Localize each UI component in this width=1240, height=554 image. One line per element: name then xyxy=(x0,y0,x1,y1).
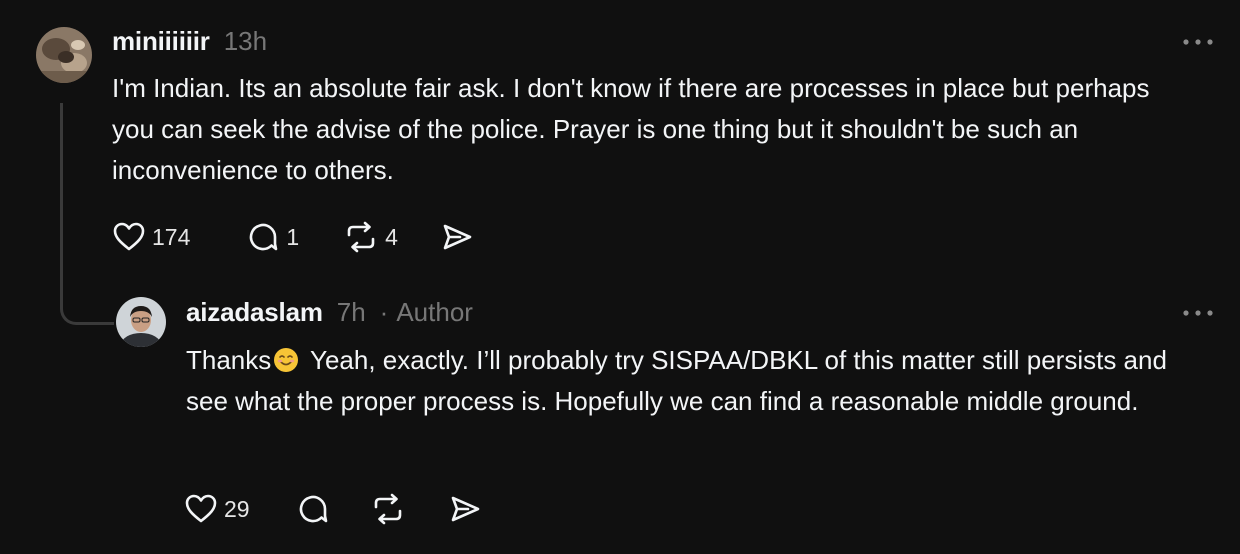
smiling-face-emoji xyxy=(273,344,299,372)
reply-text-rest: Yeah, exactly. I’ll probably try SISPAA/… xyxy=(186,345,1167,416)
reply-text: Thanks Yeah, exactly. I’ll probably try … xyxy=(186,340,1196,422)
separator-dot: · xyxy=(379,297,389,327)
reply-count: 1 xyxy=(286,223,300,250)
repost-button[interactable]: 4 xyxy=(343,220,398,254)
reply-text-start: Thanks xyxy=(186,345,272,375)
repost-icon xyxy=(370,492,406,526)
avatar[interactable] xyxy=(36,27,92,83)
username[interactable]: miniiiiiir xyxy=(112,26,210,57)
like-button[interactable]: 174 xyxy=(112,221,190,253)
like-button[interactable]: 29 xyxy=(184,493,250,525)
action-bar: 174 1 4 xyxy=(112,220,474,254)
like-count: 174 xyxy=(152,223,191,250)
action-bar: 29 xyxy=(184,492,482,526)
timestamp: 7h xyxy=(336,297,366,327)
more-icon[interactable] xyxy=(1178,303,1218,323)
heart-icon xyxy=(184,493,218,525)
repost-button[interactable] xyxy=(370,492,406,526)
author-badge: Author xyxy=(396,297,473,327)
like-count: 29 xyxy=(224,495,250,522)
post-header: miniiiiiir 13h xyxy=(112,26,267,57)
comment-icon xyxy=(296,492,330,526)
send-icon xyxy=(440,221,474,253)
reply-header: aizadaslam 7h · Author xyxy=(186,297,473,328)
more-icon[interactable] xyxy=(1178,32,1218,52)
comment-icon xyxy=(246,220,280,254)
reply-button[interactable] xyxy=(296,492,330,526)
repost-count: 4 xyxy=(385,223,398,250)
send-icon xyxy=(448,493,482,525)
post-text: I'm Indian. Its an absolute fair ask. I … xyxy=(112,73,1150,185)
repost-icon xyxy=(343,220,379,254)
parent-post: miniiiiiir 13h I'm Indian. Its an absolu… xyxy=(0,0,1240,285)
avatar[interactable] xyxy=(116,297,166,347)
heart-icon xyxy=(112,221,146,253)
share-button[interactable] xyxy=(448,493,482,525)
timestamp: 13h xyxy=(223,26,268,56)
share-button[interactable] xyxy=(440,221,474,253)
username[interactable]: aizadaslam xyxy=(186,297,323,328)
reply-button[interactable]: 1 xyxy=(246,220,299,254)
